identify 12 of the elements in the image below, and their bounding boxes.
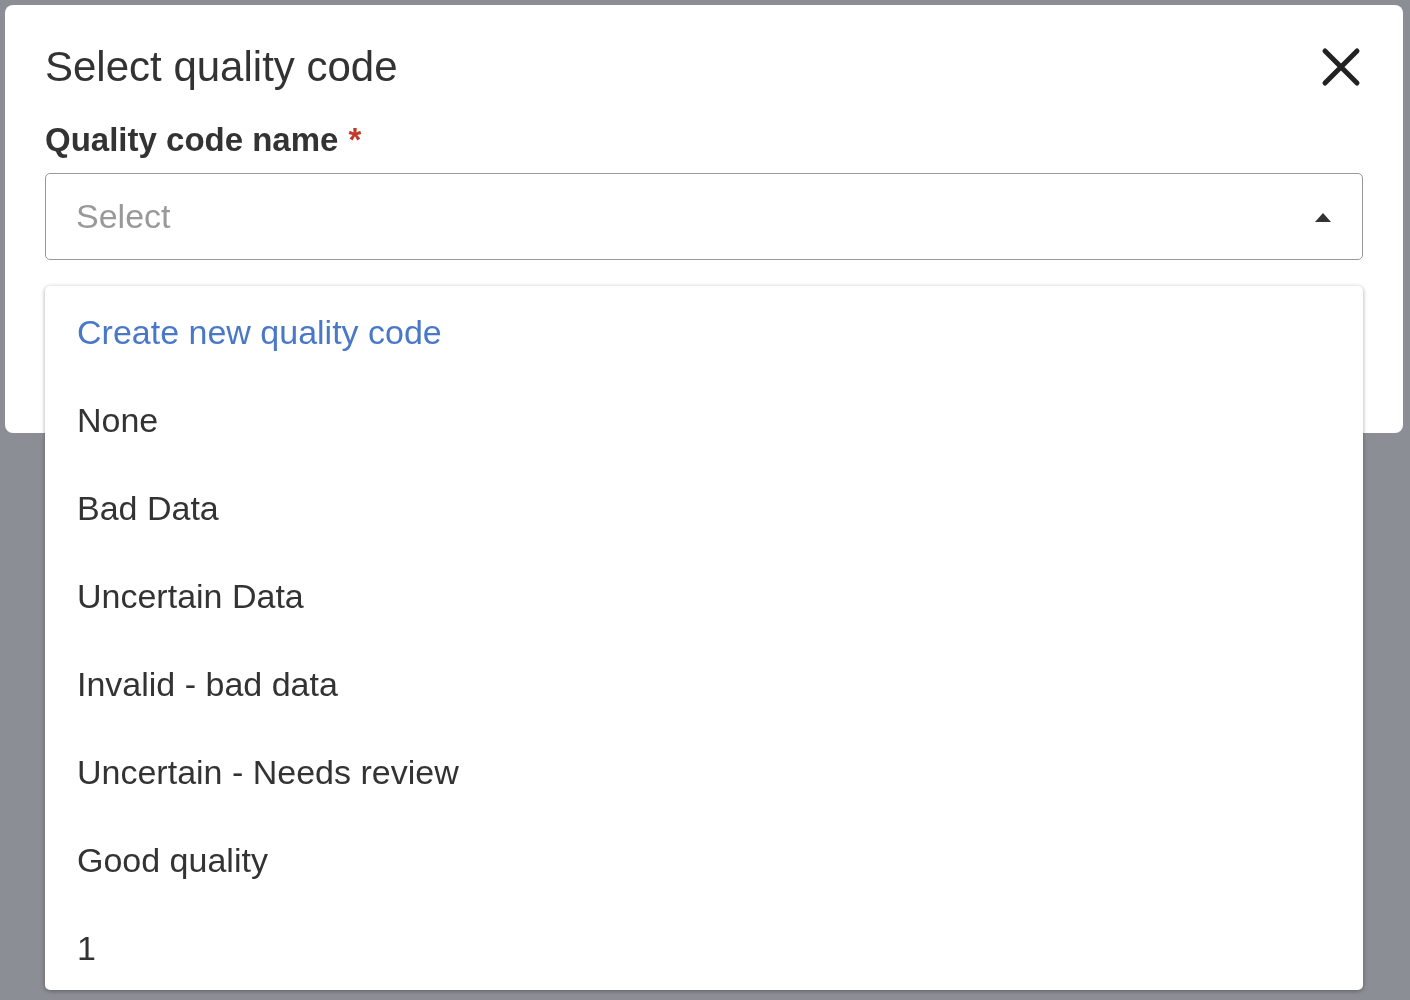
create-option[interactable]: Create new quality code bbox=[45, 288, 1363, 376]
dropdown-option[interactable]: Good quality bbox=[45, 816, 1363, 904]
dropdown-option[interactable]: None bbox=[45, 376, 1363, 464]
dialog-title: Select quality code bbox=[45, 43, 398, 91]
required-mark: * bbox=[348, 121, 362, 159]
close-icon[interactable] bbox=[1321, 47, 1361, 87]
dropdown-option[interactable]: Invalid - bad data bbox=[45, 640, 1363, 728]
dropdown-option[interactable]: Bad Data bbox=[45, 464, 1363, 552]
dropdown-option[interactable]: Uncertain Data bbox=[45, 552, 1363, 640]
dropdown-option[interactable]: 1 bbox=[45, 904, 1363, 992]
field-label: Quality code name bbox=[45, 121, 339, 159]
dropdown-option[interactable]: Uncertain - Needs review bbox=[45, 728, 1363, 816]
